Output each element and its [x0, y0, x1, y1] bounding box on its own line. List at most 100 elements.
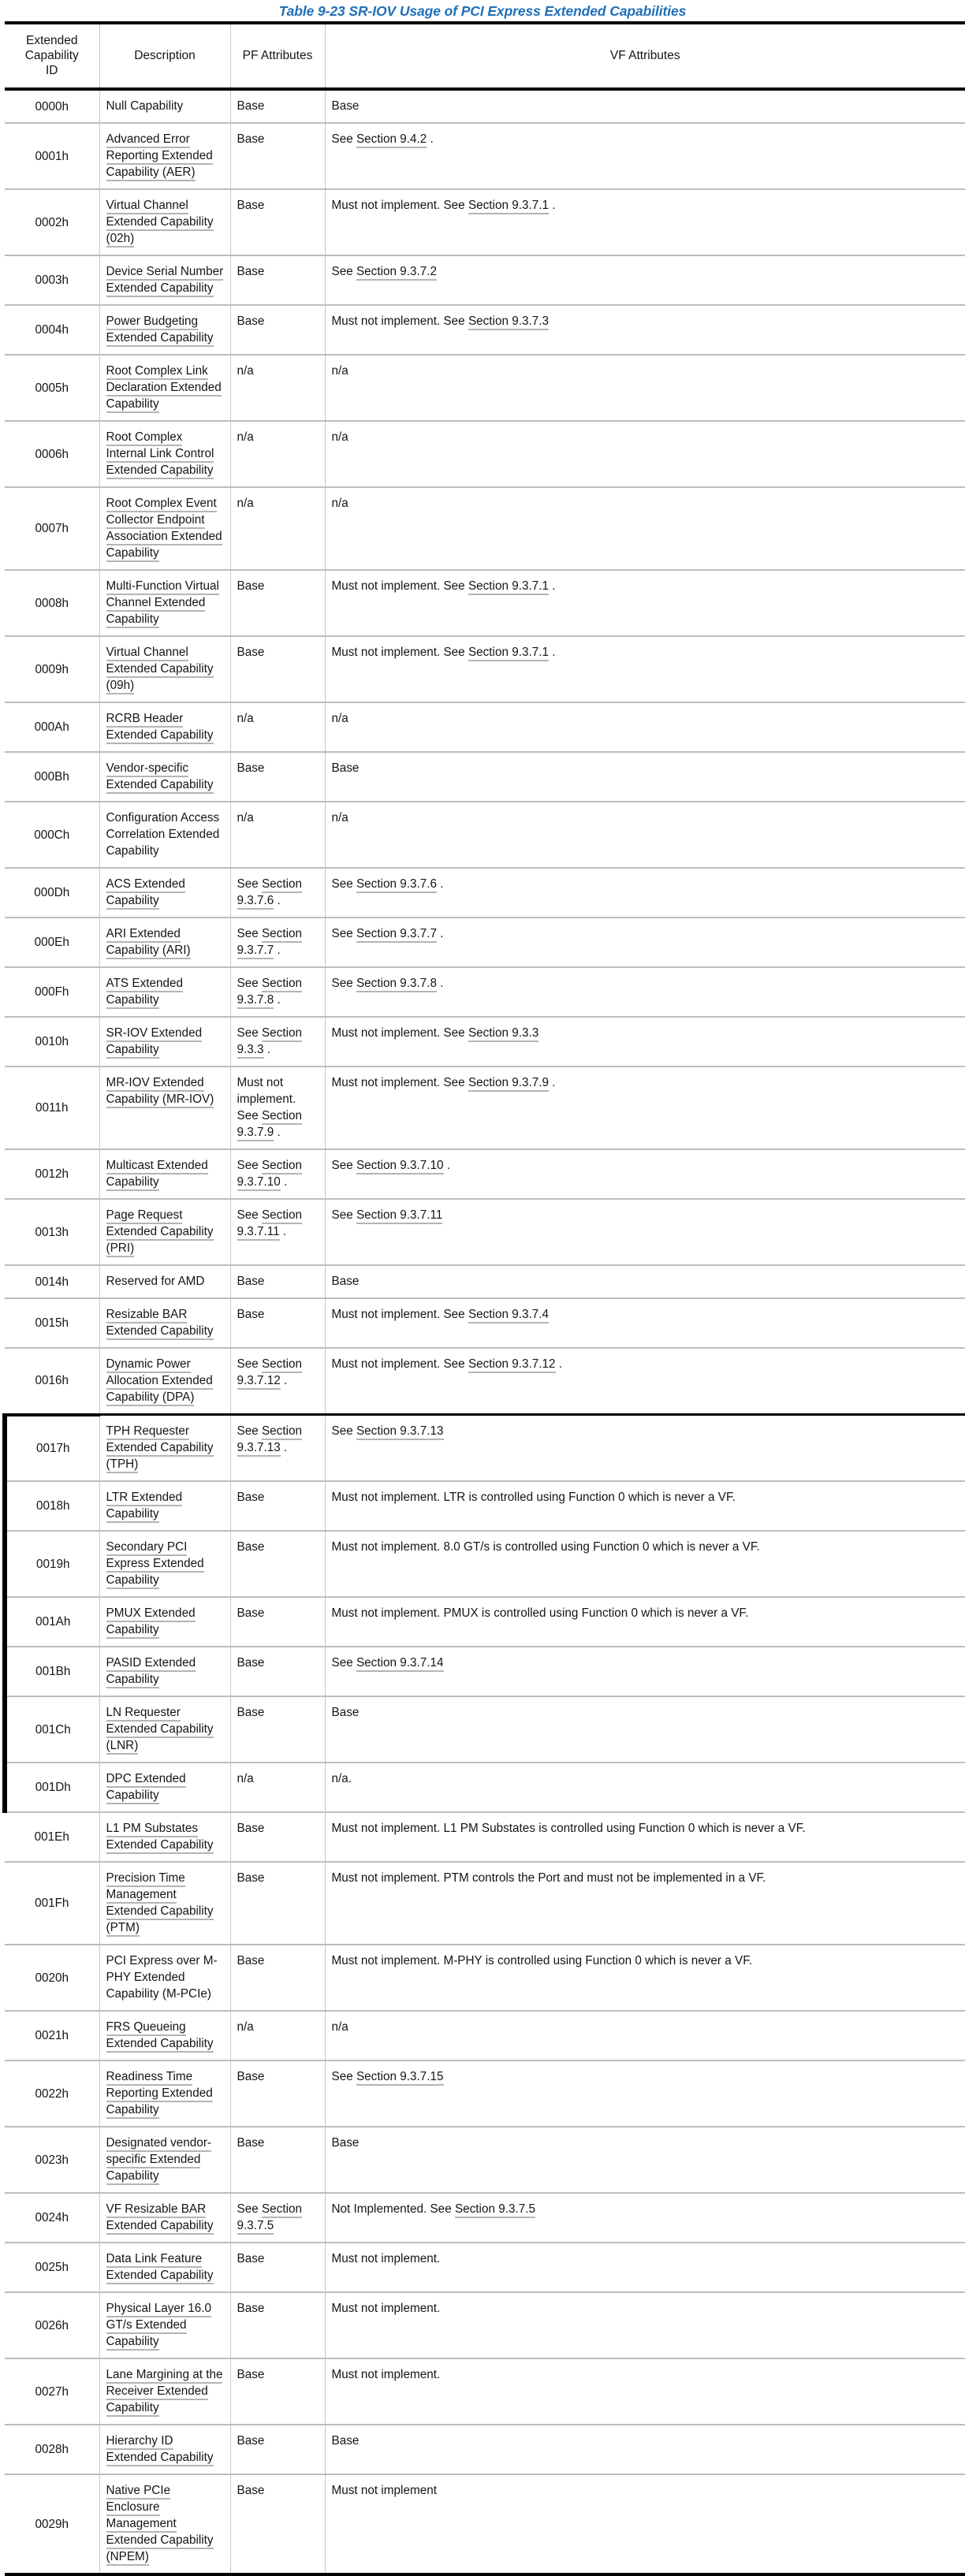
capability-link[interactable]: Power Budgeting Extended Capability	[106, 315, 214, 347]
section-link[interactable]: Section 9.3.7.11	[356, 1208, 443, 1224]
cell-description: Precision Time Management Extended Capab…	[99, 1862, 231, 1945]
section-link[interactable]: Section 9.3.7.8	[356, 977, 438, 992]
section-link[interactable]: Section 9.3.7.1	[468, 199, 550, 214]
capability-link[interactable]: ARI Extended Capability (ARI)	[106, 927, 191, 959]
section-link[interactable]: Section 9.3.7.1	[468, 646, 550, 661]
cell-text: .	[280, 1374, 288, 1387]
capability-link[interactable]: Secondary PCI Express Extended Capabilit…	[106, 1540, 204, 1589]
section-link[interactable]: Section 9.3.7.1	[468, 579, 550, 595]
capability-link[interactable]: Multicast Extended Capability	[106, 1159, 208, 1191]
header-line-3: ID	[46, 63, 58, 77]
cell-text: n/a	[237, 2020, 254, 2034]
section-link[interactable]: Section 9.3.7.4	[468, 1308, 550, 1323]
capability-link[interactable]: ACS Extended Capability	[106, 877, 185, 910]
capability-link[interactable]: PASID Extended Capability	[106, 1656, 196, 1688]
cell-description: Designated vendor-specific Extended Capa…	[99, 2127, 231, 2194]
cell-pf-attributes: Base	[230, 305, 326, 356]
cell-vf-attributes: See Section 9.3.7.2	[325, 255, 965, 306]
cell-pf-attributes: See Section 9.3.7.10 .	[230, 1149, 326, 1200]
cell-vf-attributes: See Section 9.3.7.10 .	[325, 1149, 965, 1200]
cell-extended-capability-id: 0025h	[5, 2243, 100, 2293]
section-link[interactable]: Section 9.3.7.2	[356, 265, 438, 281]
capability-link[interactable]: Native PCIe Enclosure Management Extende…	[106, 2484, 214, 2566]
cell-vf-attributes: See Section 9.3.7.14	[325, 1647, 965, 1697]
capability-link[interactable]: Virtual Channel Extended Capability (09h…	[106, 646, 214, 694]
cell-text: See	[237, 877, 262, 891]
section-link[interactable]: Section 9.3.7.5	[454, 2202, 536, 2218]
section-link[interactable]: Section 9.3.7.10	[356, 1159, 444, 1174]
section-link[interactable]: Section 9.3.7.12	[468, 1357, 556, 1373]
capability-link[interactable]: Device Serial Number Extended Capability	[106, 265, 224, 297]
section-link[interactable]: Section 9.3.7.6	[356, 877, 438, 893]
capability-link[interactable]: Readiness Time Reporting Extended Capabi…	[106, 2070, 213, 2119]
cell-text: Must not implement. See	[331, 1026, 468, 1040]
capability-link[interactable]: PMUX Extended Capability	[106, 1606, 196, 1639]
capability-link[interactable]: Lane Margining at the Receiver Extended …	[106, 2368, 223, 2417]
capability-link[interactable]: Multi-Function Virtual Channel Extended …	[106, 579, 219, 628]
table-row: 000Bh Vendor-specific Extended Capability…	[5, 752, 965, 802]
capability-link[interactable]: Designated vendor-specific Extended Capa…	[106, 2136, 212, 2185]
capability-link[interactable]: Root Complex Link Declaration Extended C…	[106, 364, 222, 413]
capability-link[interactable]: ATS Extended Capability	[106, 977, 184, 1009]
section-link[interactable]: Section 9.3.7.3	[468, 315, 550, 330]
cell-text: n/a	[331, 712, 348, 725]
capability-link[interactable]: Root Complex Internal Link Control Exten…	[106, 430, 214, 479]
capability-link[interactable]: Virtual Channel Extended Capability (02h…	[106, 199, 214, 248]
cell-extended-capability-id: 0022h	[5, 2060, 100, 2127]
capability-link[interactable]: Vendor-specific Extended Capability	[106, 761, 214, 794]
capability-link[interactable]: FRS Queueing Extended Capability	[106, 2020, 214, 2053]
cell-text: Must not implement. See	[331, 646, 468, 659]
cell-vf-attributes: Must not implement. 8.0 GT/s is controll…	[325, 1531, 965, 1598]
section-link[interactable]: Section 9.3.7.14	[356, 1656, 444, 1672]
cell-vf-attributes: Must not implement. See Section 9.3.7.9 …	[325, 1067, 965, 1150]
cell-text: .	[437, 877, 444, 891]
cell-pf-attributes: n/a	[230, 421, 326, 488]
cell-pf-attributes: See Section 9.3.7.5	[230, 2193, 326, 2243]
section-link[interactable]: Section 9.3.7.15	[356, 2070, 444, 2086]
section-link[interactable]: Section 9.3.7.9	[468, 1076, 550, 1092]
capability-link[interactable]: LN Requester Extended Capability (LNR)	[106, 1706, 214, 1755]
capability-link[interactable]: DPC Extended Capability	[106, 1772, 186, 1804]
cell-description: VF Resizable BAR Extended Capability	[99, 2193, 231, 2243]
cell-pf-attributes: Base	[230, 1298, 326, 1349]
cell-vf-attributes: n/a	[325, 487, 965, 571]
table-row: 000Fh ATS Extended Capability See Section …	[5, 967, 965, 1018]
cell-description: Null Capability	[99, 89, 231, 124]
header-line-2: Capability	[24, 48, 79, 62]
capability-link[interactable]: LTR Extended Capability	[106, 1491, 183, 1523]
capability-link[interactable]: Page Request Extended Capability (PRI)	[106, 1208, 214, 1257]
capability-link[interactable]: VF Resizable BAR Extended Capability	[106, 2202, 214, 2235]
sr-iov-extended-capabilities-table: Extended Capability ID Description PF At…	[2, 21, 965, 2576]
cell-pf-attributes: Base	[230, 1647, 326, 1697]
capability-link[interactable]: L1 PM Substates Extended Capability	[106, 1822, 214, 1854]
table-row: 0024h VF Resizable BAR Extended Capabilit…	[5, 2193, 965, 2243]
capability-link[interactable]: MR-IOV Extended Capability (MR-IOV)	[106, 1076, 214, 1108]
cell-text: Null Capability	[106, 99, 184, 113]
capability-link[interactable]: RCRB Header Extended Capability	[106, 712, 214, 744]
cell-text: .	[279, 1225, 287, 1238]
cell-description: PMUX Extended Capability	[99, 1597, 231, 1647]
capability-link[interactable]: Dynamic Power Allocation Extended Capabi…	[106, 1357, 213, 1406]
cell-description: Root Complex Internal Link Control Exten…	[99, 421, 231, 488]
cell-extended-capability-id: 0003h	[5, 255, 100, 306]
table-row: 001Bh PASID Extended Capability Base See Se…	[2, 1647, 965, 1697]
section-link[interactable]: Section 9.3.7.7	[356, 927, 438, 943]
cell-description: Data Link Feature Extended Capability	[99, 2243, 231, 2293]
capability-link[interactable]: SR-IOV Extended Capability	[106, 1026, 203, 1059]
section-link[interactable]: Section 9.3.7.13	[356, 1424, 444, 1440]
capability-link[interactable]: Advanced Error Reporting Extended Capabi…	[106, 132, 213, 181]
cell-text: .	[549, 1076, 556, 1089]
capability-link[interactable]: TPH Requester Extended Capability (TPH)	[106, 1424, 214, 1473]
capability-link[interactable]: Physical Layer 16.0 GT/s Extended Capabi…	[106, 2302, 211, 2351]
capability-link[interactable]: Resizable BAR Extended Capability	[106, 1308, 214, 1340]
section-link[interactable]: Section 9.4.2	[356, 132, 427, 148]
capability-link[interactable]: Hierarchy ID Extended Capability	[106, 2434, 214, 2466]
section-link[interactable]: Section 9.3.3	[468, 1026, 539, 1042]
capability-link[interactable]: Root Complex Event Collector Endpoint As…	[106, 497, 222, 562]
cell-text: .	[549, 579, 556, 593]
capability-link[interactable]: Data Link Feature Extended Capability	[106, 2252, 214, 2284]
table-row: 0017h TPH Requester Extended Capability (…	[2, 1413, 965, 1482]
cell-description: ARI Extended Capability (ARI)	[99, 918, 231, 968]
cell-pf-attributes: n/a	[230, 355, 326, 422]
capability-link[interactable]: Precision Time Management Extended Capab…	[106, 1871, 214, 1937]
